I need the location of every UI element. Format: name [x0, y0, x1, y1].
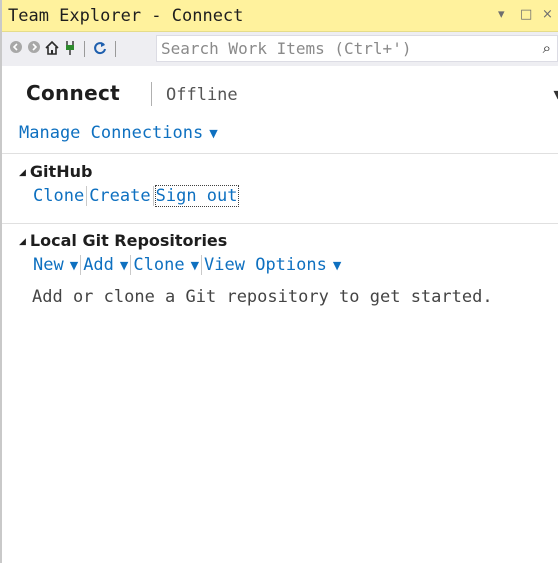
plug-icon[interactable]: [62, 40, 78, 56]
header-divider: [151, 82, 152, 106]
maximize-icon[interactable]: □: [520, 7, 532, 23]
empty-state-hint: Add or clone a Git repository to get sta…: [32, 287, 493, 307]
back-icon[interactable]: [8, 40, 24, 56]
window-title: Team Explorer - Connect: [8, 6, 244, 26]
local-repos-links: New ▼ Add ▼ Clone ▼ View Options ▼: [32, 254, 342, 278]
team-explorer-window: Team Explorer - Connect ▾ □ × ⌕ Connect: [0, 0, 558, 563]
link-separator: [80, 255, 82, 275]
chevron-down-icon: ▼: [119, 259, 129, 272]
github-clone-link[interactable]: Clone: [32, 185, 85, 207]
view-options-link[interactable]: View Options ▼: [203, 254, 342, 276]
page-title: Connect: [26, 81, 120, 105]
chevron-down-icon: ▼: [332, 259, 342, 272]
page-header: Connect Offline ▼: [2, 66, 558, 112]
github-links: Clone Create Sign out: [32, 185, 239, 209]
section-github-title: GitHub: [29, 162, 93, 181]
forward-icon[interactable]: [26, 40, 42, 56]
link-separator: [86, 186, 88, 206]
clone-repo-link[interactable]: Clone ▼: [132, 254, 200, 276]
collapse-icon: ◢: [19, 168, 26, 178]
refresh-icon[interactable]: [92, 40, 108, 56]
connection-status: Offline: [166, 85, 238, 105]
new-repo-label: New: [33, 255, 64, 275]
section-divider: [2, 223, 558, 224]
close-icon[interactable]: ×: [542, 7, 553, 23]
page-dropdown-icon[interactable]: ▼: [554, 88, 558, 101]
chevron-down-icon: ▼: [69, 259, 79, 272]
add-repo-link[interactable]: Add ▼: [82, 254, 129, 276]
collapse-icon: ◢: [19, 237, 26, 247]
clone-repo-label: Clone: [133, 255, 185, 275]
link-separator: [201, 255, 203, 275]
toolbar-separator: [84, 41, 85, 57]
github-create-link[interactable]: Create: [88, 185, 151, 207]
add-repo-label: Add: [83, 255, 114, 275]
home-icon[interactable]: [44, 40, 60, 56]
manage-connections-link[interactable]: Manage Connections ▼: [19, 123, 218, 143]
chevron-down-icon: ▼: [209, 127, 218, 140]
section-github-header[interactable]: ◢ GitHub: [19, 162, 92, 181]
view-options-label: View Options: [204, 255, 327, 275]
manage-connections-label: Manage Connections: [19, 123, 204, 143]
window-menu-icon[interactable]: ▾: [498, 7, 505, 23]
search-box: ⌕: [156, 35, 558, 62]
search-input[interactable]: [161, 38, 521, 59]
section-local-repos-title: Local Git Repositories: [29, 231, 228, 250]
section-divider: [2, 153, 558, 154]
title-bar: Team Explorer - Connect ▾ □ ×: [2, 0, 558, 32]
chevron-down-icon: ▼: [190, 259, 200, 272]
github-sign-out-link[interactable]: Sign out: [154, 185, 239, 207]
toolbar: ⌕: [2, 32, 558, 66]
link-separator: [152, 186, 154, 206]
section-local-repos-header[interactable]: ◢ Local Git Repositories: [19, 231, 227, 250]
toolbar-separator: [115, 41, 116, 57]
new-repo-link[interactable]: New ▼: [32, 254, 79, 276]
link-separator: [130, 255, 132, 275]
search-icon[interactable]: ⌕: [543, 39, 551, 57]
